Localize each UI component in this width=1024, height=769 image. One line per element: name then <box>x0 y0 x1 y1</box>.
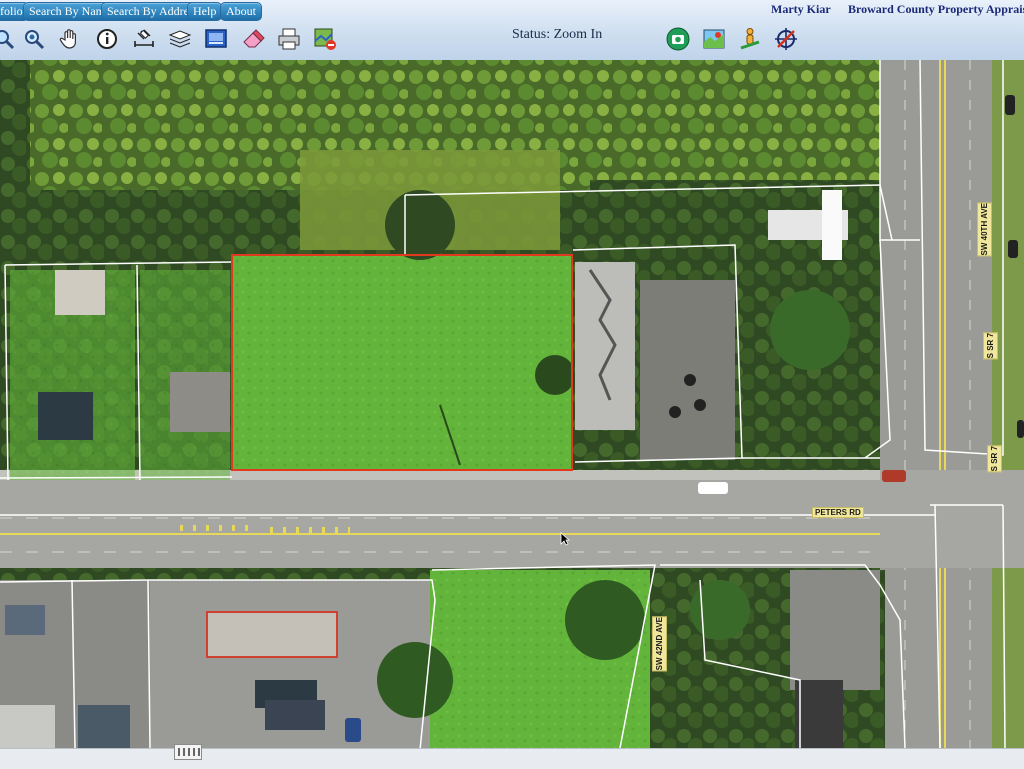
street-view-icon[interactable] <box>738 27 762 51</box>
zoom-in-icon[interactable] <box>0 27 16 51</box>
map-canvas[interactable]: SW 40TH AVE S SR 7 S SR 7 PETERS RD SW 4… <box>0 60 1024 748</box>
scroll-handle[interactable] <box>174 744 202 760</box>
camera-icon[interactable] <box>666 27 690 51</box>
office-name: Broward County Property Apprais <box>848 2 1024 16</box>
mouse-cursor-icon <box>560 532 570 546</box>
measure-icon[interactable] <box>132 27 156 51</box>
print-icon[interactable] <box>277 27 301 51</box>
map-view-icon[interactable] <box>204 27 228 51</box>
street-label-sr7-south: S SR 7 <box>987 445 1002 473</box>
zoom-out-icon[interactable] <box>22 27 46 51</box>
map-footer <box>0 748 1024 769</box>
clear-selection-icon[interactable] <box>313 27 337 51</box>
street-label-sw42nd: SW 42ND AVE <box>652 616 667 672</box>
help-button[interactable]: Help <box>187 2 223 21</box>
aerial-imagery <box>0 60 1024 748</box>
street-label-peters-rd: PETERS RD <box>812 507 864 518</box>
about-button[interactable]: About <box>220 2 262 21</box>
street-label-sw40th: SW 40TH AVE <box>977 202 992 257</box>
status-text: Status: Zoom In <box>512 27 603 42</box>
layers-icon[interactable] <box>168 27 192 51</box>
aerial-map-icon[interactable] <box>702 27 726 51</box>
appraiser-name: Marty Kiar <box>771 2 831 16</box>
identify-icon[interactable] <box>95 27 119 51</box>
eraser-icon[interactable] <box>241 27 265 51</box>
app-header: folio Search By Name Search By Address H… <box>0 0 1024 61</box>
crosshair-icon[interactable] <box>774 27 798 51</box>
pan-icon[interactable] <box>58 27 82 51</box>
street-label-sr7-north: S SR 7 <box>983 332 998 360</box>
